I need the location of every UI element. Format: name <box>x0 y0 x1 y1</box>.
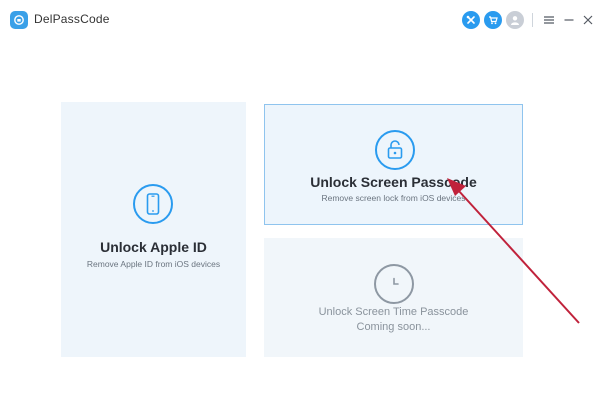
unlocked-lock-icon <box>375 130 415 170</box>
titlebar-divider <box>532 13 533 27</box>
card-title: Unlock Screen Time Passcode <box>318 306 469 318</box>
close-button[interactable] <box>580 11 596 29</box>
app-logo-icon <box>10 11 28 29</box>
app-title: DelPassCode <box>34 12 110 26</box>
title-bar: DelPassCode <box>0 0 600 40</box>
cart-icon[interactable] <box>484 11 502 29</box>
menu-icon <box>544 16 554 24</box>
card-title: Unlock Screen Passcode <box>310 174 477 190</box>
tools-icon[interactable] <box>462 11 480 29</box>
unlock-screen-passcode-card[interactable]: Unlock Screen Passcode Remove screen loc… <box>264 104 523 225</box>
app-window: DelPassCode Unlock Apple ID Remove Apple… <box>0 0 600 416</box>
card-subtitle: Remove Apple ID from iOS devices <box>86 259 221 269</box>
close-icon <box>583 15 593 25</box>
clock-icon <box>374 264 414 304</box>
card-title: Unlock Apple ID <box>100 239 207 255</box>
minimize-icon <box>564 19 574 21</box>
minimize-button[interactable] <box>561 11 577 29</box>
account-icon[interactable] <box>506 11 524 29</box>
unlock-screen-time-card: Unlock Screen Time Passcode Coming soon.… <box>264 238 523 357</box>
unlock-apple-id-card[interactable]: Unlock Apple ID Remove Apple ID from iOS… <box>61 102 246 357</box>
card-subtitle: Remove screen lock from iOS devices <box>321 193 466 203</box>
menu-button[interactable] <box>541 11 557 29</box>
phone-icon <box>133 184 173 224</box>
coming-soon-label: Coming soon... <box>356 321 431 333</box>
